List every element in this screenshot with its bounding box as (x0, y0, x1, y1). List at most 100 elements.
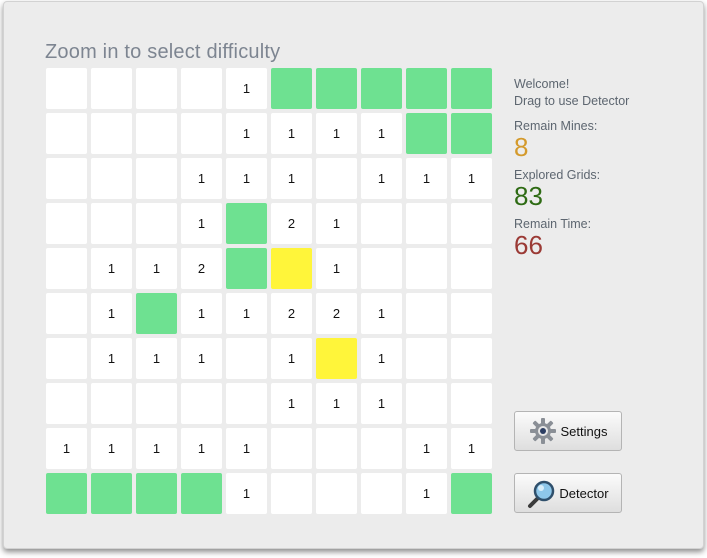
covered-cell[interactable] (451, 113, 492, 154)
empty-cell[interactable] (451, 383, 492, 424)
number-cell[interactable]: 1 (226, 428, 267, 469)
number-cell[interactable]: 1 (226, 158, 267, 199)
empty-cell[interactable] (316, 473, 357, 514)
empty-cell[interactable] (181, 68, 222, 109)
number-cell[interactable]: 2 (271, 203, 312, 244)
empty-cell[interactable] (46, 338, 87, 379)
number-cell[interactable]: 1 (91, 248, 132, 289)
empty-cell[interactable] (226, 338, 267, 379)
number-cell[interactable]: 1 (91, 293, 132, 334)
number-cell[interactable]: 1 (136, 338, 177, 379)
number-cell[interactable]: 1 (316, 113, 357, 154)
empty-cell[interactable] (136, 113, 177, 154)
empty-cell[interactable] (451, 203, 492, 244)
number-cell[interactable]: 1 (181, 428, 222, 469)
empty-cell[interactable] (136, 383, 177, 424)
number-cell[interactable]: 1 (181, 293, 222, 334)
number-cell[interactable]: 1 (316, 203, 357, 244)
number-cell[interactable]: 1 (271, 338, 312, 379)
covered-cell[interactable] (271, 68, 312, 109)
number-cell[interactable]: 1 (91, 428, 132, 469)
empty-cell[interactable] (271, 428, 312, 469)
covered-cell[interactable] (91, 473, 132, 514)
detected-cell[interactable] (271, 248, 312, 289)
covered-cell[interactable] (226, 248, 267, 289)
empty-cell[interactable] (91, 158, 132, 199)
number-cell[interactable]: 2 (316, 293, 357, 334)
covered-cell[interactable] (316, 68, 357, 109)
empty-cell[interactable] (181, 383, 222, 424)
number-cell[interactable]: 1 (181, 203, 222, 244)
covered-cell[interactable] (136, 293, 177, 334)
empty-cell[interactable] (451, 248, 492, 289)
number-cell[interactable]: 1 (361, 383, 402, 424)
empty-cell[interactable] (181, 113, 222, 154)
empty-cell[interactable] (46, 68, 87, 109)
number-cell[interactable]: 1 (226, 473, 267, 514)
number-cell[interactable]: 1 (91, 338, 132, 379)
number-cell[interactable]: 2 (271, 293, 312, 334)
covered-cell[interactable] (361, 68, 402, 109)
minefield-grid[interactable]: 1111111111112111211112211111111111111111… (46, 68, 492, 514)
empty-cell[interactable] (136, 158, 177, 199)
detector-button[interactable]: Detector (514, 473, 622, 513)
empty-cell[interactable] (361, 473, 402, 514)
empty-cell[interactable] (361, 428, 402, 469)
number-cell[interactable]: 1 (406, 158, 447, 199)
covered-cell[interactable] (451, 68, 492, 109)
covered-cell[interactable] (136, 473, 177, 514)
empty-cell[interactable] (136, 203, 177, 244)
number-cell[interactable]: 2 (181, 248, 222, 289)
empty-cell[interactable] (406, 203, 447, 244)
empty-cell[interactable] (91, 113, 132, 154)
number-cell[interactable]: 1 (451, 428, 492, 469)
empty-cell[interactable] (46, 158, 87, 199)
empty-cell[interactable] (361, 203, 402, 244)
number-cell[interactable]: 1 (226, 113, 267, 154)
covered-cell[interactable] (226, 203, 267, 244)
empty-cell[interactable] (406, 338, 447, 379)
empty-cell[interactable] (46, 203, 87, 244)
number-cell[interactable]: 1 (271, 383, 312, 424)
empty-cell[interactable] (406, 293, 447, 334)
empty-cell[interactable] (451, 293, 492, 334)
number-cell[interactable]: 1 (136, 428, 177, 469)
covered-cell[interactable] (406, 113, 447, 154)
number-cell[interactable]: 1 (361, 113, 402, 154)
number-cell[interactable]: 1 (451, 158, 492, 199)
empty-cell[interactable] (46, 248, 87, 289)
number-cell[interactable]: 1 (361, 158, 402, 199)
covered-cell[interactable] (406, 68, 447, 109)
settings-button[interactable]: Settings (514, 411, 622, 451)
empty-cell[interactable] (316, 158, 357, 199)
number-cell[interactable]: 1 (226, 293, 267, 334)
number-cell[interactable]: 1 (361, 338, 402, 379)
number-cell[interactable]: 1 (136, 248, 177, 289)
empty-cell[interactable] (91, 68, 132, 109)
empty-cell[interactable] (271, 473, 312, 514)
empty-cell[interactable] (46, 383, 87, 424)
number-cell[interactable]: 1 (181, 338, 222, 379)
empty-cell[interactable] (226, 383, 267, 424)
empty-cell[interactable] (91, 203, 132, 244)
number-cell[interactable]: 1 (46, 428, 87, 469)
detected-cell[interactable] (316, 338, 357, 379)
number-cell[interactable]: 1 (406, 473, 447, 514)
number-cell[interactable]: 1 (316, 248, 357, 289)
covered-cell[interactable] (181, 473, 222, 514)
empty-cell[interactable] (46, 293, 87, 334)
empty-cell[interactable] (91, 383, 132, 424)
number-cell[interactable]: 1 (226, 68, 267, 109)
covered-cell[interactable] (451, 473, 492, 514)
number-cell[interactable]: 1 (181, 158, 222, 199)
empty-cell[interactable] (361, 248, 402, 289)
empty-cell[interactable] (136, 68, 177, 109)
number-cell[interactable]: 1 (316, 383, 357, 424)
number-cell[interactable]: 1 (271, 158, 312, 199)
covered-cell[interactable] (46, 473, 87, 514)
empty-cell[interactable] (316, 428, 357, 469)
empty-cell[interactable] (451, 338, 492, 379)
empty-cell[interactable] (46, 113, 87, 154)
number-cell[interactable]: 1 (406, 428, 447, 469)
number-cell[interactable]: 1 (271, 113, 312, 154)
